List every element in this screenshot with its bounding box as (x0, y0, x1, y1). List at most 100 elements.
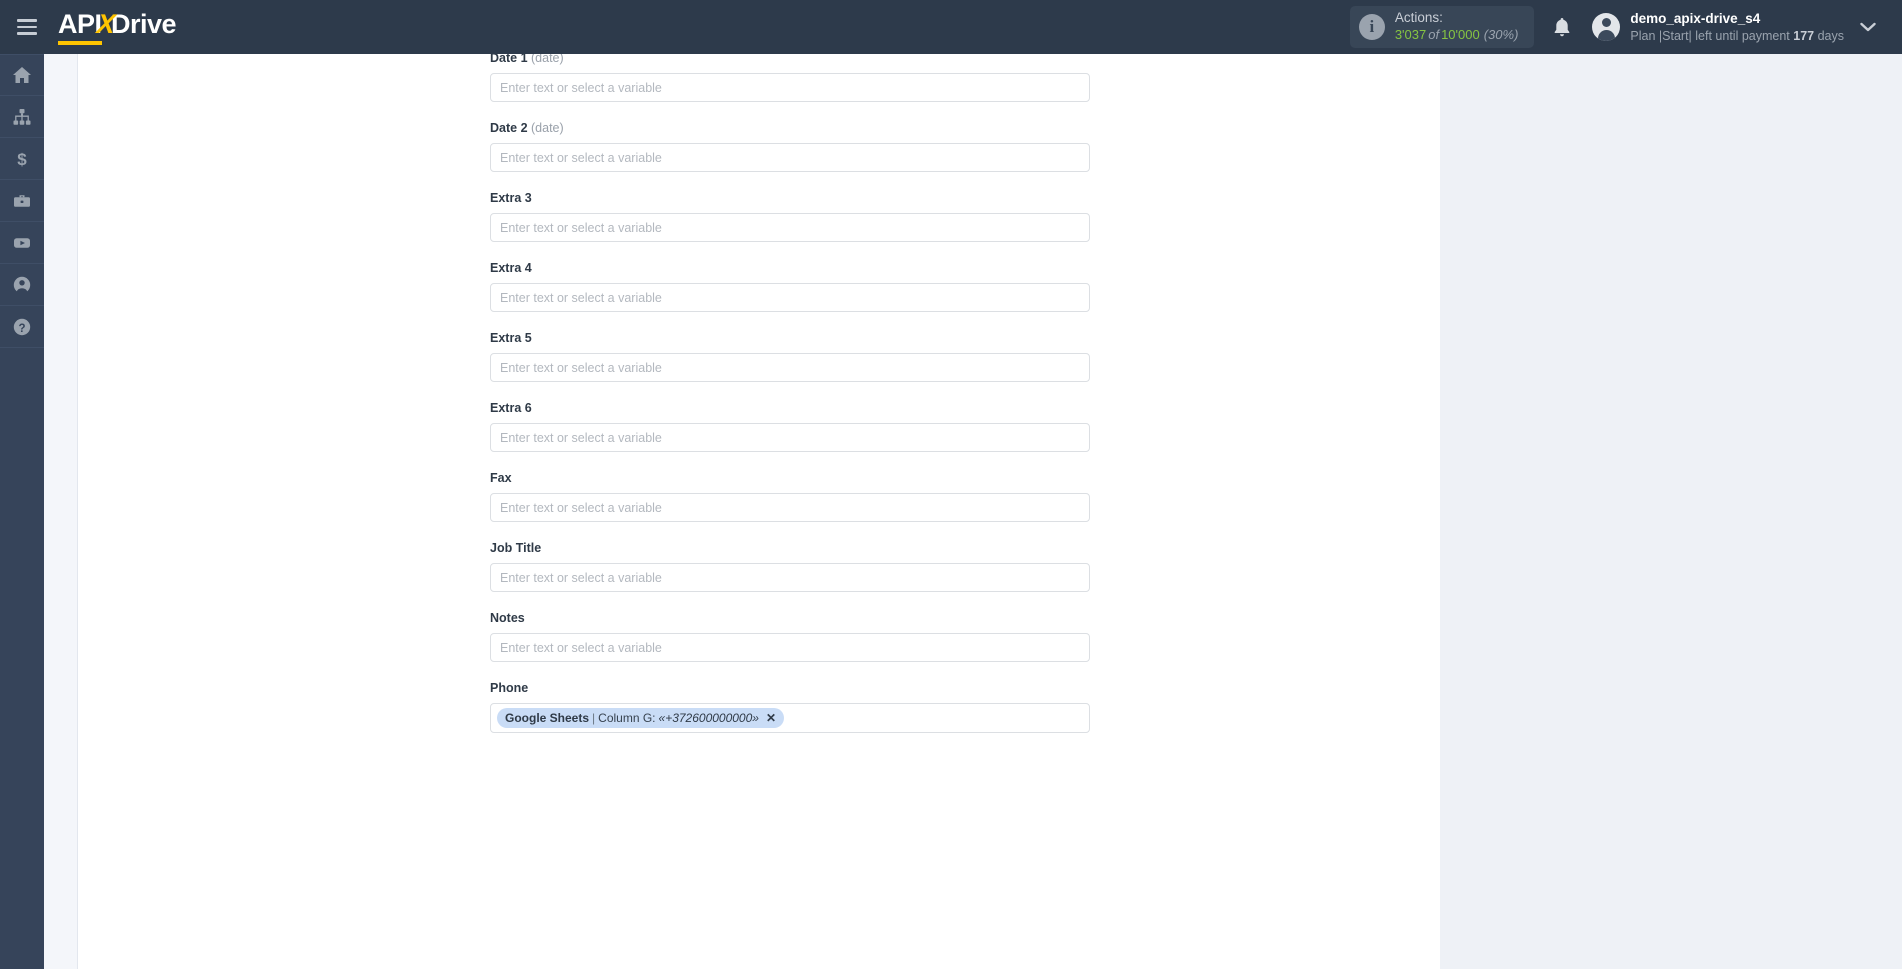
dollar-icon: $ (17, 150, 27, 169)
input-placeholder: Enter text or select a variable (500, 80, 662, 95)
hamburger-icon[interactable] (0, 0, 54, 54)
form-field: Extra 5 Enter text or select a variable (490, 330, 1110, 382)
field-label: Notes (490, 610, 1110, 626)
sidebar: $ ? (0, 54, 44, 969)
field-label-text: Extra 3 (490, 191, 532, 205)
briefcase-icon (14, 194, 30, 207)
logo[interactable]: API X Drive (58, 9, 177, 45)
user-name: demo_apix-drive_s4 (1630, 11, 1761, 27)
hamburger-line (17, 19, 37, 22)
sidebar-item-account[interactable] (0, 264, 44, 306)
form-field: Extra 6 Enter text or select a variable (490, 400, 1110, 452)
variable-input[interactable]: Google Sheets | Column G: «+372600000000» ✕ (490, 703, 1090, 733)
secondary-panel (44, 54, 78, 969)
variable-input[interactable]: Enter text or select a variable (490, 353, 1090, 382)
field-label-text: Notes (490, 611, 525, 625)
variable-input[interactable]: Enter text or select a variable (490, 283, 1090, 312)
input-placeholder: Enter text or select a variable (500, 430, 662, 445)
actions-of: of (1428, 27, 1440, 43)
info-icon: i (1358, 14, 1385, 40)
user-menu[interactable]: demo_apix-drive_s4 Plan |Start| left unt… (1590, 10, 1844, 44)
actions-label: Actions: (1394, 10, 1443, 26)
field-label-text: Date 1 (490, 54, 528, 65)
sidebar-item-help[interactable]: ? (0, 306, 44, 348)
field-label-text: Date 2 (490, 121, 528, 135)
variable-tag-separator: | (592, 711, 596, 725)
variable-input[interactable]: Enter text or select a variable (490, 213, 1090, 242)
variable-input[interactable]: Enter text or select a variable (490, 493, 1090, 522)
svg-text:?: ? (18, 322, 25, 334)
sidebar-item-video[interactable] (0, 222, 44, 264)
field-label: Extra 5 (490, 330, 1110, 346)
field-label-hint: (date) (531, 121, 564, 135)
actions-text: Actions: 3'037 of 10'000 (30%) (1395, 10, 1519, 43)
variable-input[interactable]: Enter text or select a variable (490, 633, 1090, 662)
input-placeholder: Enter text or select a variable (500, 150, 662, 165)
sidebar-item-home[interactable] (0, 54, 44, 96)
field-label: Phone (490, 680, 1110, 696)
form-field: Date 2 (date) Enter text or select a vari… (490, 120, 1110, 172)
field-label: Extra 6 (490, 400, 1110, 416)
actions-percent: (30%) (1483, 27, 1519, 43)
avatar (1592, 12, 1621, 41)
variable-input[interactable]: Enter text or select a variable (490, 423, 1090, 452)
home-icon (13, 67, 31, 83)
form-field: Notes Enter text or select a variable (490, 610, 1110, 662)
user-plan-suffix: days (1817, 28, 1844, 43)
variable-tag[interactable]: Google Sheets | Column G: «+372600000000» ✕ (497, 708, 785, 728)
user-circle-icon (13, 276, 31, 294)
field-label: Extra 4 (490, 260, 1110, 276)
field-label-text: Extra 6 (490, 401, 532, 415)
user-plan-prefix: Plan |Start| left until payment (1630, 28, 1790, 43)
input-placeholder: Enter text or select a variable (500, 360, 662, 375)
sidebar-item-connections[interactable] (0, 96, 44, 138)
bell-icon[interactable] (1534, 0, 1590, 54)
form-field: Fax Enter text or select a variable (490, 470, 1110, 522)
input-placeholder: Enter text or select a variable (500, 220, 662, 235)
form-field-phone: Phone Google Sheets | Column G: «+3726000000… (490, 680, 1110, 733)
field-label-text: Job Title (490, 541, 542, 555)
field-label: Fax (490, 470, 1110, 486)
top-bar: API X Drive i Actions: 3'037 of 10'000 (30%) … (0, 0, 1902, 54)
sidebar-item-billing[interactable]: $ (0, 138, 44, 180)
variable-tag-column: Column G: (598, 711, 656, 725)
mapping-form-panel: Date 1 (date) Enter text or select a vari… (78, 54, 1440, 969)
user-text: demo_apix-drive_s4 Plan |Start| left unt… (1630, 10, 1844, 44)
form-field: Job Title Enter text or select a variable (490, 540, 1110, 592)
variable-input[interactable]: Enter text or select a variable (490, 73, 1090, 102)
actions-counter[interactable]: i Actions: 3'037 of 10'000 (30%) (1349, 6, 1535, 48)
remove-tag-icon[interactable]: ✕ (766, 711, 776, 725)
field-label: Extra 3 (490, 190, 1110, 206)
svg-text:$: $ (17, 150, 27, 169)
user-plan-days: 177 (1793, 28, 1815, 43)
variable-tag-source: Google Sheets (505, 711, 590, 725)
actions-values: 3'037 of 10'000 (30%) (1395, 27, 1519, 43)
actions-used: 3'037 (1394, 27, 1427, 43)
field-label: Job Title (490, 540, 1110, 556)
variable-input[interactable]: Enter text or select a variable (490, 563, 1090, 592)
field-label-text: Extra 5 (490, 331, 532, 345)
input-placeholder: Enter text or select a variable (500, 570, 662, 585)
logo-drive: Drive (111, 9, 177, 39)
field-label: Date 1 (date) (490, 54, 1110, 66)
field-label-text: Fax (490, 471, 512, 485)
field-label: Date 2 (date) (490, 120, 1110, 136)
input-placeholder: Enter text or select a variable (500, 290, 662, 305)
field-label-text: Phone (490, 681, 529, 695)
hamburger-line (17, 25, 37, 29)
input-placeholder: Enter text or select a variable (500, 640, 662, 655)
field-list: Date 1 (date) Enter text or select a vari… (490, 54, 1110, 755)
sidebar-item-business[interactable] (0, 180, 44, 222)
top-bar-right: i Actions: 3'037 of 10'000 (30%) demo_apix-… (1349, 0, 1902, 54)
hamburger-line (17, 32, 37, 35)
help-icon: ? (13, 318, 31, 335)
field-label-text: Extra 4 (490, 261, 532, 275)
variable-input[interactable]: Enter text or select a variable (490, 143, 1090, 172)
field-label-hint: (date) (531, 54, 564, 65)
input-placeholder: Enter text or select a variable (500, 500, 662, 515)
chevron-down-icon[interactable] (1844, 0, 1892, 54)
form-field: Date 1 (date) Enter text or select a vari… (490, 54, 1110, 102)
connections-icon (13, 108, 31, 125)
next-field-label-clipped (490, 751, 1110, 755)
form-field: Extra 3 Enter text or select a variable (490, 190, 1110, 242)
